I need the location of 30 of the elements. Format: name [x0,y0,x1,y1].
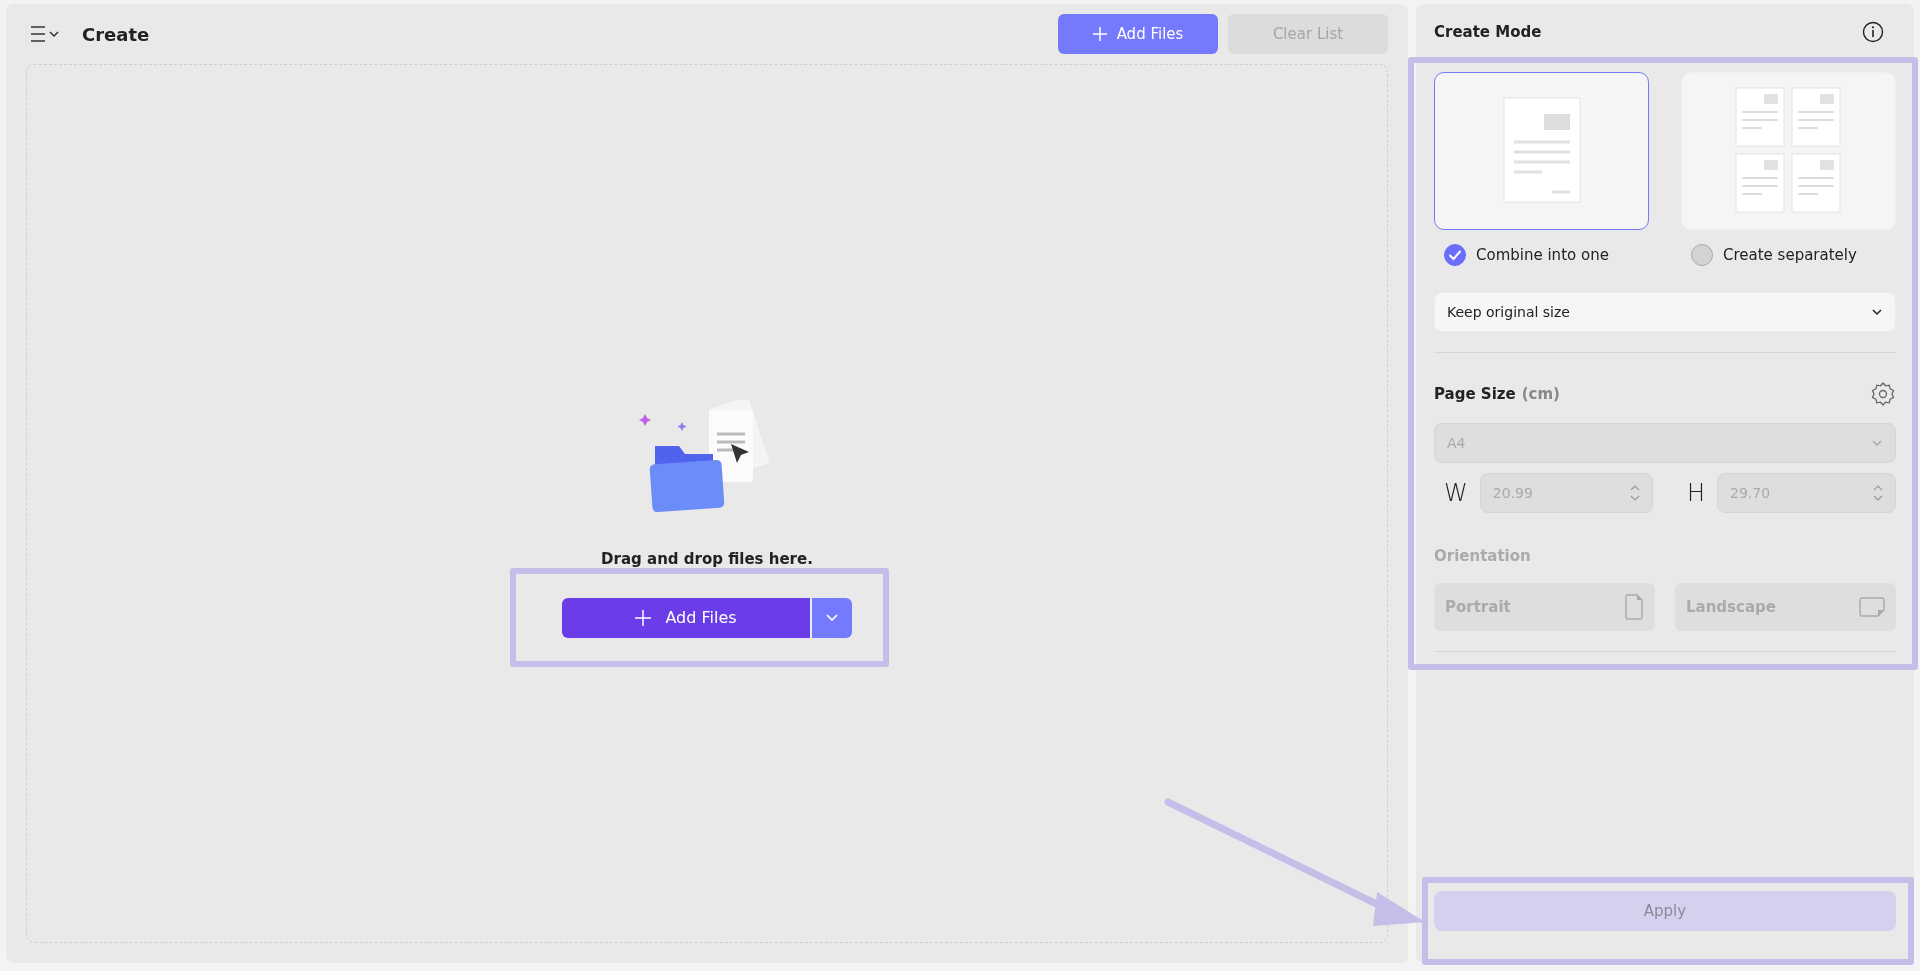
plus-icon [635,609,652,626]
panel-title: Create Mode [1434,23,1542,41]
mode-option[interactable]: Create separately [1681,244,1896,266]
add-files-button[interactable]: Add Files [562,597,810,638]
landscape-page-icon [1859,597,1885,617]
portrait-page-icon [1624,594,1644,620]
mode-card[interactable] [1434,72,1649,230]
dimension-label: W [1444,479,1468,507]
page-title: Create [82,23,150,45]
size-dropdown[interactable]: Keep original size [1434,292,1896,332]
chevron-down-icon [1871,439,1883,447]
settings-icon[interactable] [1870,381,1896,407]
chevron-down-icon [826,613,838,622]
info-icon[interactable] [1862,21,1884,43]
mode-option[interactable]: Combine into one [1434,244,1649,266]
radio-icon[interactable] [1691,244,1713,266]
drop-message: Drag and drop files here. [601,549,813,568]
chevron-down-icon [1871,308,1883,316]
checked-radio-icon[interactable] [1444,244,1466,266]
drop-zone[interactable]: Drag and drop files here. Add Files [26,64,1388,943]
dropdown-button[interactable] [812,597,852,638]
section-title: Orientation [1434,547,1532,565]
plus-icon [1092,27,1107,41]
stepper-icon [1630,484,1640,502]
dimension-label: H [1687,479,1706,507]
add-files-button[interactable]: Add Files [1058,14,1218,54]
menu-icon [30,25,60,43]
stepper-icon [1873,484,1883,502]
unit-label: (cm) [1521,385,1560,403]
section-title: Page Size [1434,385,1516,403]
